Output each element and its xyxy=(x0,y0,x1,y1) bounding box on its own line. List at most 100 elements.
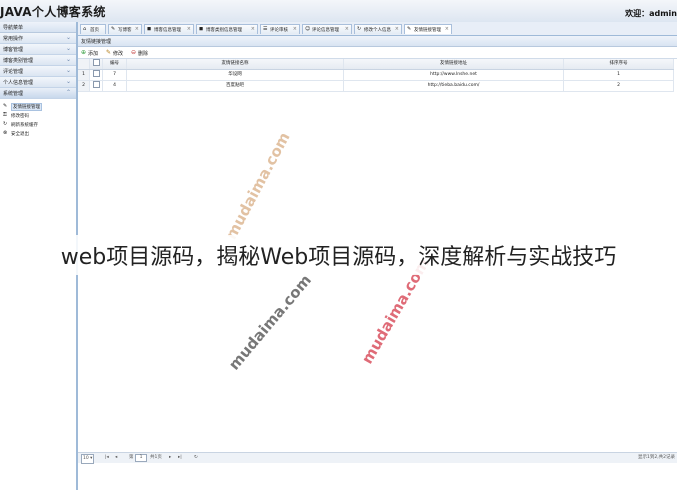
tab-blog-manage[interactable]: ◼ 博客信息管理 × xyxy=(144,24,194,34)
edit-icon: ✎ xyxy=(106,49,112,56)
close-icon[interactable]: × xyxy=(395,26,399,32)
delete-icon: ⊖ xyxy=(131,49,137,56)
tab-label: 评论信息管理 xyxy=(312,28,339,33)
close-icon[interactable]: × xyxy=(345,26,349,32)
page-size-select[interactable]: 10 ▾ xyxy=(81,454,95,464)
key-icon: ⚿ xyxy=(3,112,7,118)
chevron-up-icon[interactable]: ⌃ xyxy=(66,89,71,96)
sidebar-item-label: 刷新系统缓存 xyxy=(11,123,38,128)
row-number: 1 xyxy=(78,70,90,80)
close-icon[interactable]: × xyxy=(445,26,449,32)
select-all-checkbox[interactable] xyxy=(90,59,103,69)
refresh-icon[interactable]: ↻ xyxy=(194,454,198,462)
link-table: 编号 友情链接名称 友情链接地址 排序序号 1 7 华设网 http://www… xyxy=(78,59,674,92)
row-number-header xyxy=(78,59,90,69)
sidebar-section-system[interactable]: 系统管理 ⌃ xyxy=(0,88,76,99)
tab-write-blog[interactable]: ✎ 写博客 × xyxy=(108,24,142,34)
list-icon: ☰ xyxy=(263,26,268,32)
close-icon[interactable]: × xyxy=(135,26,139,32)
sidebar-section-profile[interactable]: 个人信息管理 ⌄ xyxy=(0,77,76,88)
tab-label: 修改个人信息 xyxy=(364,28,391,33)
column-header-url[interactable]: 友情链接地址 xyxy=(344,59,564,69)
tab-link-manage[interactable]: ✎ 友情链接管理 × xyxy=(404,24,452,34)
watermark-text: mudaima.com xyxy=(222,129,294,243)
home-icon: ⌂ xyxy=(83,26,87,32)
section-label: 评论管理 xyxy=(3,69,24,75)
table-row[interactable]: 1 7 华设网 http://www.lnshe.net 1 xyxy=(78,70,674,81)
edit-button[interactable]: ✎ 修改 xyxy=(106,49,128,57)
tab-bar: ⌂ 首页 ✎ 写博客 × ◼ 博客信息管理 × ◼ 博客类别信息管理 × ☰ 评… xyxy=(78,22,677,36)
section-label: 系统管理 xyxy=(3,91,24,97)
chevron-down-icon[interactable]: ⌄ xyxy=(66,67,71,74)
close-icon[interactable]: × xyxy=(293,26,297,32)
chevron-down-icon[interactable]: ⌄ xyxy=(66,34,71,41)
page-input-value: 1 xyxy=(135,454,147,462)
page-input[interactable]: 1 xyxy=(135,454,147,464)
first-page-icon[interactable]: |◂ xyxy=(105,454,109,462)
section-label: 博客类别管理 xyxy=(3,58,34,64)
chevron-down-icon[interactable]: ⌄ xyxy=(66,78,71,85)
system-menu: ✎ 友情链接管理 ⚿ 修改密码 ↻ 刷新系统缓存 ⊗ 安全退出 xyxy=(0,99,76,138)
cell-url: http://www.lnshe.net xyxy=(344,70,564,80)
tab-label: 首页 xyxy=(90,28,99,33)
tab-home[interactable]: ⌂ 首页 xyxy=(80,24,106,34)
next-page-icon[interactable]: ▸ xyxy=(169,454,171,462)
refresh-icon: ↻ xyxy=(3,121,8,127)
chevron-down-icon[interactable]: ⌄ xyxy=(66,56,71,63)
sidebar-section-comment[interactable]: 评论管理 ⌄ xyxy=(0,66,76,77)
cell-name: 百度贴吧 xyxy=(127,81,344,91)
cell-name: 华设网 xyxy=(127,70,344,80)
overlay-title: web项目源码，揭秘Web项目源码，深度解析与实战技巧 xyxy=(60,245,617,270)
tab-label: 博客信息管理 xyxy=(154,28,181,33)
sidebar-item-logout[interactable]: ⊗ 安全退出 xyxy=(2,129,76,138)
prev-page-icon[interactable]: ◂ xyxy=(115,454,117,462)
tab-label: 评论审核 xyxy=(270,28,288,33)
cell-id: 7 xyxy=(103,70,127,80)
sidebar-section-common[interactable]: 常用操作 ⌄ xyxy=(0,33,76,44)
tab-edit-profile[interactable]: ↻ 修改个人信息 × xyxy=(354,24,402,34)
toolbar: ⊕ 添加 ✎ 修改 ⊖ 删除 xyxy=(78,47,677,59)
table-row[interactable]: 2 4 百度贴吧 http://tieba.baidu.com/ 2 xyxy=(78,81,674,92)
column-header-name[interactable]: 友情链接名称 xyxy=(127,59,344,69)
column-header-sort[interactable]: 排序序号 xyxy=(564,59,674,69)
pagination-bar: 10 ▾ |◂ ◂ 第 1 共1页 ▸ ▸| ↻ 显示1到2,共2记录 xyxy=(78,452,677,464)
delete-label: 删除 xyxy=(138,51,149,57)
sidebar-item-refresh-cache[interactable]: ↻ 刷新系统缓存 xyxy=(2,120,76,129)
comment-icon: ☺ xyxy=(305,26,311,32)
close-icon[interactable]: × xyxy=(251,26,255,32)
panel-title-bar: 友情链接管理 xyxy=(78,36,677,47)
cell-id: 4 xyxy=(103,81,127,91)
cell-url: http://tieba.baidu.com/ xyxy=(344,81,564,91)
sidebar-item-link-manage[interactable]: ✎ 友情链接管理 xyxy=(2,102,76,111)
row-checkbox[interactable] xyxy=(90,70,103,80)
add-button[interactable]: ⊕ 添加 xyxy=(81,49,103,57)
document-icon: ◼ xyxy=(147,26,152,32)
sidebar-item-change-password[interactable]: ⚿ 修改密码 xyxy=(2,111,76,120)
total-pages: 共1页 xyxy=(150,455,162,460)
tab-comment-manage[interactable]: ☺ 评论信息管理 × xyxy=(302,24,352,34)
refresh-icon: ↻ xyxy=(357,26,362,32)
tab-blog-type-manage[interactable]: ◼ 博客类别信息管理 × xyxy=(196,24,258,34)
sidebar-section-blog[interactable]: 博客管理 ⌄ xyxy=(0,44,76,55)
section-label: 博客管理 xyxy=(3,47,24,53)
add-icon: ⊕ xyxy=(81,49,87,56)
sidebar-header: 导航菜单 xyxy=(0,22,76,33)
logout-icon: ⊗ xyxy=(3,130,8,136)
document-icon: ◼ xyxy=(199,26,204,32)
tab-comment-review[interactable]: ☰ 评论审核 × xyxy=(260,24,300,34)
page-size-value: 10 xyxy=(83,456,89,461)
section-label: 常用操作 xyxy=(3,36,24,42)
edit-label: 修改 xyxy=(113,51,124,57)
row-checkbox[interactable] xyxy=(90,81,103,91)
close-icon[interactable]: × xyxy=(187,26,191,32)
sidebar-item-label: 修改密码 xyxy=(11,114,29,119)
welcome-text: 欢迎：admin xyxy=(625,9,677,18)
chevron-down-icon[interactable]: ⌄ xyxy=(66,45,71,52)
delete-button[interactable]: ⊖ 删除 xyxy=(131,49,153,57)
tab-label: 博客类别信息管理 xyxy=(206,28,242,33)
sidebar-section-blog-type[interactable]: 博客类别管理 ⌄ xyxy=(0,55,76,66)
edit-icon: ✎ xyxy=(111,26,116,32)
column-header-id[interactable]: 编号 xyxy=(103,59,127,69)
last-page-icon[interactable]: ▸| xyxy=(178,454,182,462)
tab-label: 写博客 xyxy=(118,28,132,33)
